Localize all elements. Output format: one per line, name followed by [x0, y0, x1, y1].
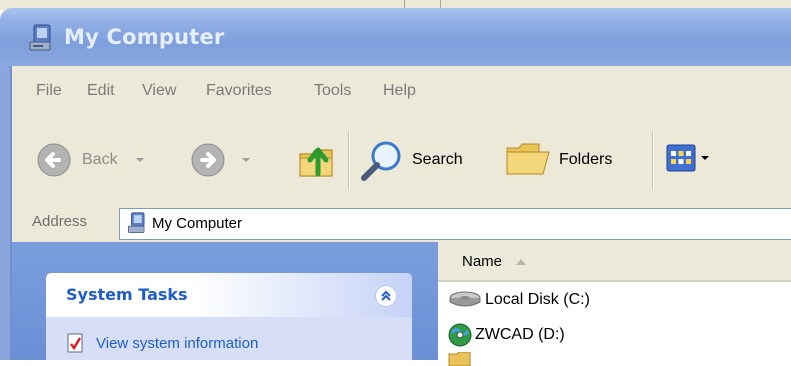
up-folder-icon	[299, 147, 333, 177]
address-bar: Address My Computer	[12, 204, 791, 242]
window-title: My Computer	[64, 25, 225, 49]
search-label: Search	[412, 151, 463, 168]
title-bar[interactable]: My Computer	[0, 8, 791, 66]
forward-dropdown-icon[interactable]	[240, 156, 252, 164]
file-item-label: Local Disk (C:)	[485, 291, 590, 308]
back-label: Back	[82, 151, 118, 168]
collapse-button[interactable]	[375, 285, 397, 307]
back-button[interactable]: Back	[36, 142, 146, 178]
file-list: Name Local Disk (C:) ZWCAD (D:)	[438, 242, 791, 366]
chevron-up-double-icon	[381, 290, 391, 301]
menu-bar: File Edit View Favorites Tools Help	[12, 66, 791, 121]
up-folder-button[interactable]	[296, 138, 340, 182]
folder-icon	[448, 352, 471, 366]
address-value: My Computer	[152, 215, 243, 232]
views-grid-icon	[666, 144, 696, 172]
menu-favorites[interactable]: Favorites	[206, 82, 272, 100]
menu-file[interactable]: File	[36, 82, 62, 100]
system-info-icon	[67, 333, 83, 353]
name-column-header[interactable]: Name	[438, 242, 791, 282]
system-tasks-title: System Tasks	[66, 285, 188, 304]
cd-drive-icon	[448, 323, 472, 347]
menu-tools[interactable]: Tools	[314, 82, 351, 100]
file-item-folder[interactable]	[448, 352, 474, 366]
folders-label: Folders	[559, 151, 613, 168]
sort-ascending-icon	[516, 259, 526, 265]
toolbar-separator	[652, 132, 654, 190]
address-input[interactable]: My Computer	[119, 208, 791, 240]
my-computer-icon	[127, 212, 145, 233]
views-dropdown-icon[interactable]	[700, 154, 710, 162]
system-tasks-panel: System Tasks View system information	[46, 273, 412, 360]
views-button[interactable]	[666, 144, 710, 172]
search-icon	[361, 141, 401, 181]
back-arrow-icon	[37, 143, 71, 177]
view-system-information-link[interactable]: View system information	[66, 332, 258, 354]
menu-edit[interactable]: Edit	[87, 82, 115, 100]
view-system-information-label: View system information	[96, 334, 259, 352]
hard-disk-icon	[449, 291, 481, 307]
file-item-label: ZWCAD (D:)	[475, 326, 565, 343]
system-tasks-header[interactable]: System Tasks	[46, 273, 412, 317]
toolbar-separator	[348, 132, 350, 190]
my-computer-icon	[29, 24, 51, 51]
search-button[interactable]: Search	[358, 136, 463, 184]
folders-icon	[506, 143, 550, 175]
file-item-local-disk[interactable]: Local Disk (C:)	[448, 290, 590, 310]
address-label: Address	[32, 213, 88, 230]
menu-view[interactable]: View	[142, 82, 176, 100]
forward-button[interactable]	[190, 142, 252, 178]
task-pane: System Tasks View system information	[12, 242, 438, 360]
forward-arrow-icon	[191, 143, 225, 177]
name-column-label: Name	[462, 253, 503, 270]
explorer-window: My Computer File Edit View Favorites Too…	[0, 8, 791, 366]
toolbar: Back Search Folders	[12, 120, 791, 205]
folders-button[interactable]: Folders	[505, 142, 612, 178]
system-tasks-body: View system information	[46, 317, 412, 360]
back-dropdown-icon[interactable]	[134, 156, 146, 164]
menu-help[interactable]: Help	[383, 82, 416, 100]
file-item-zwcad[interactable]: ZWCAD (D:)	[448, 323, 565, 347]
